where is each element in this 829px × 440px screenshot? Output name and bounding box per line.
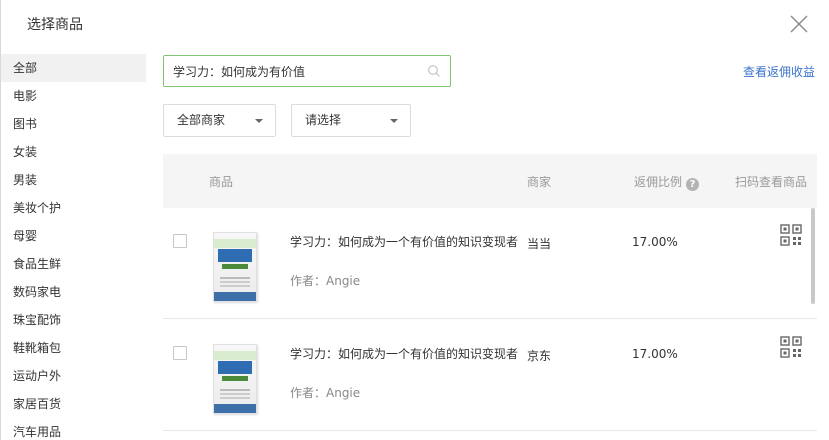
- product-merchant: 当当: [527, 237, 552, 251]
- category-movie[interactable]: 电影: [1, 82, 146, 110]
- close-icon: [790, 15, 808, 33]
- product-merchant: 京东: [527, 349, 552, 363]
- category-digital[interactable]: 数码家电: [1, 278, 146, 306]
- product-name: 学习力：如何成为一个有价值的知识变现者: [290, 347, 519, 361]
- table-header: 商品 商家 返佣比例? 扫码查看商品: [163, 154, 817, 208]
- category-sidebar: 全部 电影 图书 女装 男装 美妆个护 母婴 食品生鲜 数码家电 珠宝配饰 鞋靴…: [1, 54, 146, 440]
- category-home[interactable]: 家居百货: [1, 390, 146, 418]
- category-jewelry[interactable]: 珠宝配饰: [1, 306, 146, 334]
- table-row: 学习力：如何成为一个有价值的知识变现者 作者：Angie 当当 17.00%: [163, 208, 817, 319]
- category-all[interactable]: 全部: [1, 54, 146, 82]
- product-name: 学习力：如何成为一个有价值的知识变现者: [290, 235, 519, 249]
- caret-down-icon: [255, 119, 263, 123]
- option-select[interactable]: 请选择: [291, 104, 411, 137]
- search-icon[interactable]: [427, 64, 441, 78]
- header-qr: 扫码查看商品: [735, 175, 808, 189]
- category-food[interactable]: 食品生鲜: [1, 250, 146, 278]
- merchant-select-value: 全部商家: [177, 113, 226, 127]
- select-product-dialog: 选择商品 全部 电影 图书 女装 男装 美妆个护 母婴 食品生鲜 数码家电 珠宝…: [0, 0, 829, 440]
- category-womens-clothing[interactable]: 女装: [1, 138, 146, 166]
- product-author: 作者：Angie: [290, 386, 361, 400]
- category-shoes-bags[interactable]: 鞋靴箱包: [1, 334, 146, 362]
- search-input[interactable]: [164, 56, 414, 86]
- category-books[interactable]: 图书: [1, 110, 146, 138]
- row-checkbox[interactable]: [173, 234, 187, 248]
- book-cover-image: [213, 344, 257, 414]
- category-mens-clothing[interactable]: 男装: [1, 166, 146, 194]
- merchant-select[interactable]: 全部商家: [163, 104, 276, 137]
- category-sports[interactable]: 运动户外: [1, 362, 146, 390]
- category-auto[interactable]: 汽车用品: [1, 418, 146, 440]
- category-mother-baby[interactable]: 母婴: [1, 222, 146, 250]
- header-ratio: 返佣比例?: [634, 173, 700, 191]
- close-button[interactable]: [788, 13, 810, 35]
- qr-code-icon[interactable]: [778, 334, 804, 360]
- search-box: [163, 55, 451, 87]
- option-select-value: 请选择: [305, 113, 342, 127]
- header-ratio-label: 返佣比例: [634, 175, 683, 189]
- help-icon[interactable]: ?: [686, 178, 700, 191]
- caret-down-icon: [390, 119, 398, 123]
- category-beauty[interactable]: 美妆个护: [1, 194, 146, 222]
- rebate-ratio: 17.00%: [632, 235, 678, 249]
- table-row: 学习力：如何成为一个有价值的知识变现者 作者：Angie 京东 17.00%: [163, 320, 817, 431]
- dialog-title: 选择商品: [27, 17, 83, 33]
- header-product: 商品: [209, 175, 234, 189]
- rebate-ratio: 17.00%: [632, 347, 678, 361]
- header-merchant: 商家: [527, 175, 552, 189]
- row-checkbox[interactable]: [173, 346, 187, 360]
- book-cover-image: [213, 232, 257, 302]
- view-rebate-earnings-link[interactable]: 查看返佣收益: [743, 63, 815, 80]
- table-scrollbar[interactable]: [811, 208, 815, 304]
- qr-code-icon[interactable]: [778, 222, 804, 248]
- product-author: 作者：Angie: [290, 274, 361, 288]
